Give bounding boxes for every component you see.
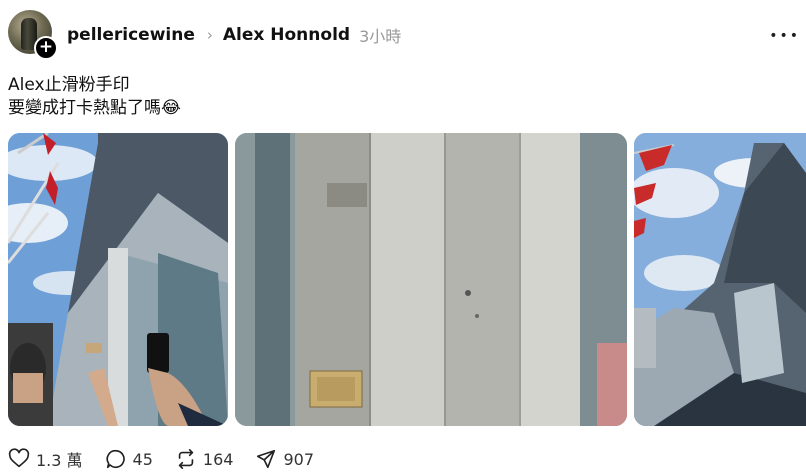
send-icon <box>257 449 276 469</box>
more-icon[interactable]: ••• <box>769 28 800 44</box>
photo-3[interactable] <box>634 133 806 426</box>
share-count: 907 <box>283 449 314 469</box>
laughing-emoji-icon: 😂 <box>161 98 181 118</box>
heart-icon <box>8 448 30 468</box>
post-header: + pellericewine › Alex Honnold 3小時 ••• <box>8 10 806 60</box>
caption-text: 要變成打卡熱點了嗎 <box>8 98 161 118</box>
photo-1[interactable] <box>8 133 228 426</box>
photo-carousel[interactable] <box>8 133 806 426</box>
comment-icon <box>105 449 125 469</box>
post-caption: Alex止滑粉手印 要變成打卡熱點了嗎😂 <box>8 74 181 120</box>
like-count: 1.3 萬 <box>36 451 83 470</box>
action-bar: 1.3 萬 45 164 907 <box>8 446 336 472</box>
caption-line-2: 要變成打卡熱點了嗎😂 <box>8 97 181 120</box>
topic-link[interactable]: Alex Honnold <box>223 25 350 45</box>
post-time: 3小時 <box>359 27 402 46</box>
comment-count: 45 <box>132 449 153 469</box>
chevron-right-icon: › <box>206 26 213 44</box>
username-link[interactable]: pellericewine <box>67 25 195 45</box>
share-button[interactable]: 907 <box>255 448 314 470</box>
repost-button[interactable]: 164 <box>175 448 234 470</box>
like-button[interactable]: 1.3 萬 <box>8 447 83 471</box>
repost-count: 164 <box>202 449 234 469</box>
caption-line: Alex止滑粉手印 <box>8 75 130 95</box>
photo-2[interactable] <box>235 133 627 426</box>
repost-icon <box>178 449 194 469</box>
post-meta: pellericewine › Alex Honnold 3小時 <box>67 23 401 47</box>
follow-plus-icon[interactable]: + <box>34 36 58 60</box>
comment-button[interactable]: 45 <box>105 448 153 470</box>
